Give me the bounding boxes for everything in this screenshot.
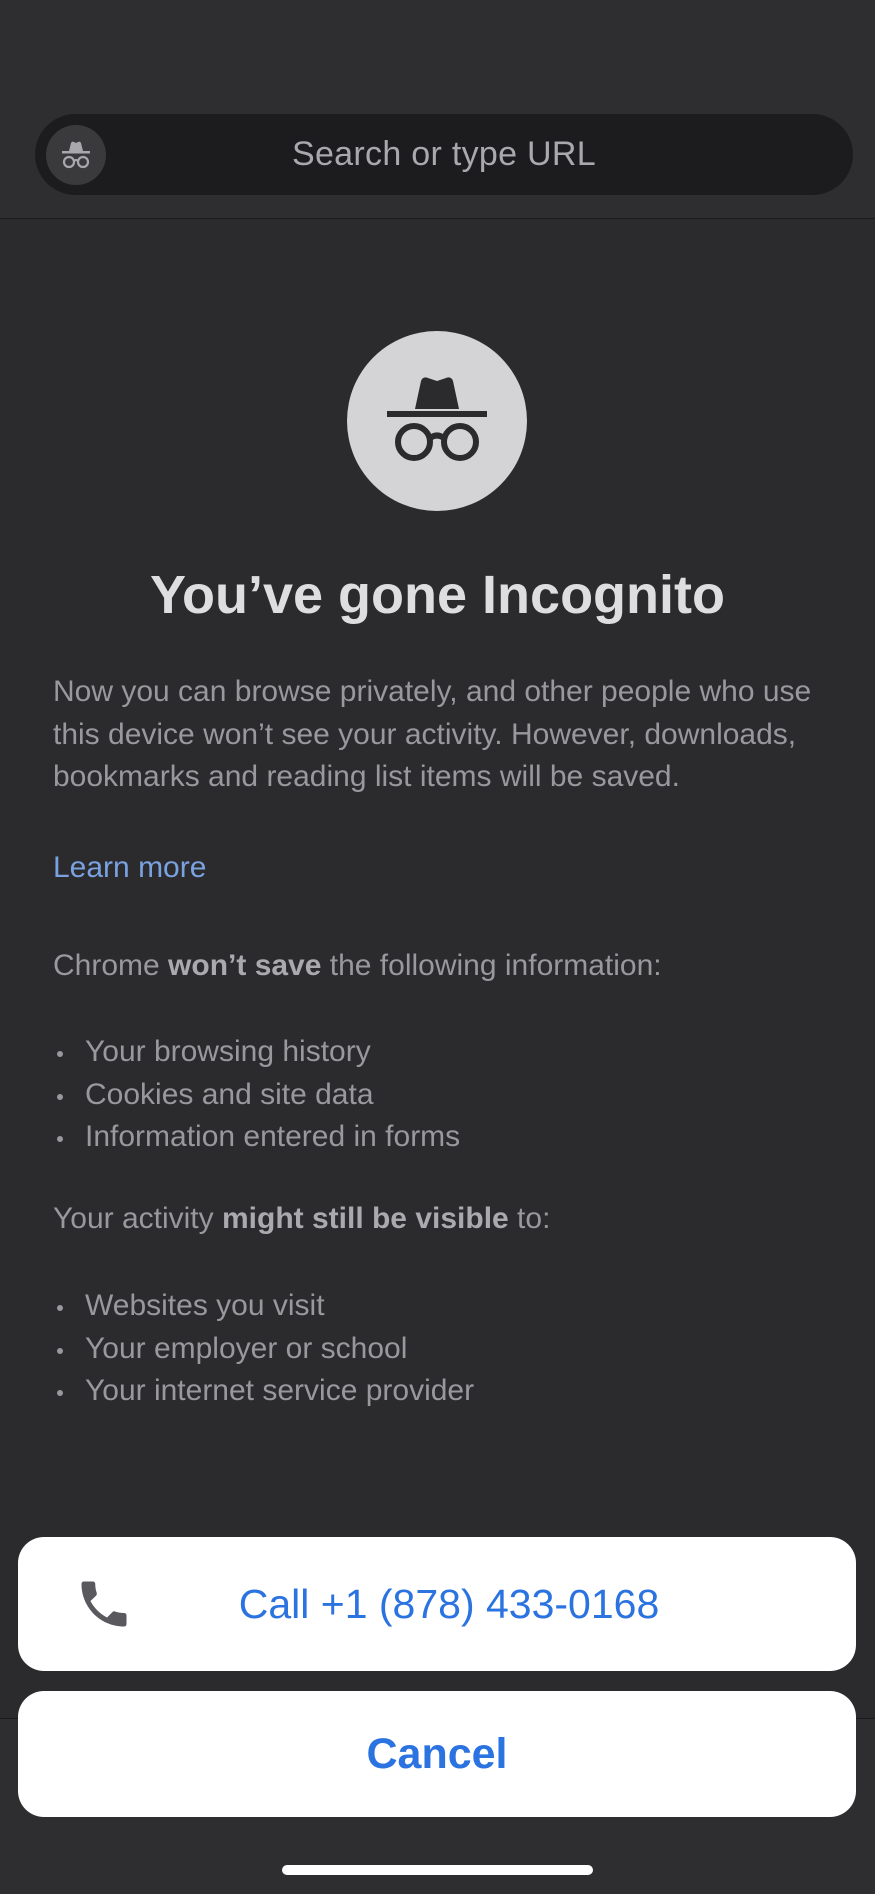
cancel-button[interactable]: Cancel [18, 1691, 856, 1817]
search-input-placeholder[interactable]: Search or type URL [35, 114, 853, 195]
wont-save-heading: Chrome won’t save the following informat… [53, 949, 662, 982]
visible-to-list: Websites you visit Your employer or scho… [53, 1285, 474, 1413]
list-item: Websites you visit [53, 1285, 474, 1328]
call-label: Call +1 (878) 433-0168 [238, 1580, 660, 1627]
incognito-description: Now you can browse privately, and other … [53, 675, 812, 793]
page-title: You’ve gone Incognito [150, 565, 725, 625]
omnibox[interactable]: Search or type URL [35, 114, 853, 195]
list-item: Cookies and site data [53, 1074, 460, 1117]
call-button[interactable]: Call +1 (878) 433-0168 [18, 1537, 856, 1671]
incognito-screen: Search or type URL You’ve gone Incognito… [0, 0, 875, 1894]
list-item: Your employer or school [53, 1328, 474, 1371]
wont-save-list: Your browsing history Cookies and site d… [53, 1031, 460, 1159]
learn-more-link[interactable]: Learn more [53, 851, 206, 885]
incognito-ntp-content: You’ve gone Incognito Now you can browse… [0, 219, 875, 1719]
top-toolbar: Search or type URL [0, 0, 875, 219]
list-item: Your browsing history [53, 1031, 460, 1074]
list-item: Information entered in forms [53, 1116, 460, 1159]
visible-to-heading: Your activity might still be visible to: [53, 1202, 551, 1235]
incognito-icon [347, 331, 527, 511]
list-item: Your internet service provider [53, 1370, 474, 1413]
home-indicator[interactable] [282, 1865, 593, 1875]
